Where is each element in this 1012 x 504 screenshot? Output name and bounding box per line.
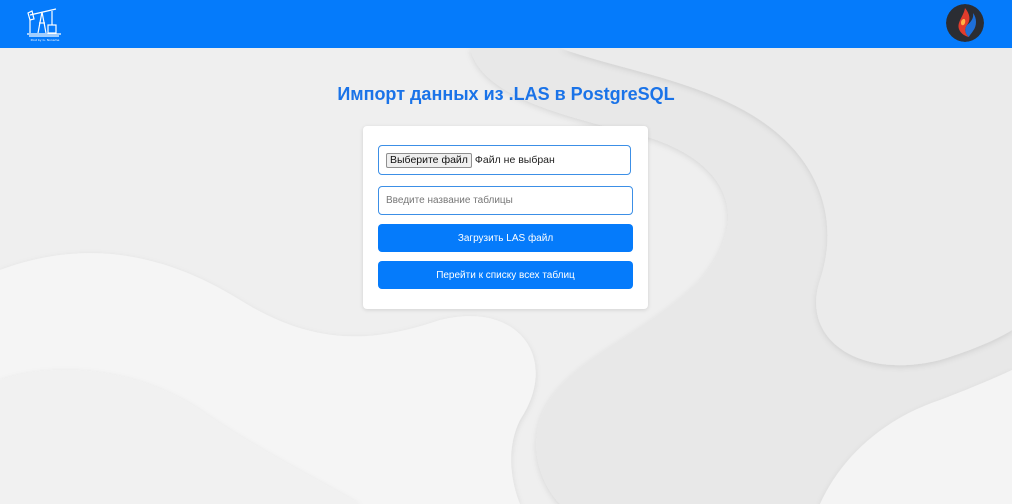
brand-logo-avatar[interactable] <box>946 4 984 42</box>
table-name-input[interactable] <box>378 186 633 215</box>
logo-caption: Post by G. Noname <box>30 38 60 42</box>
upload-las-button[interactable]: Загрузить LAS файл <box>378 224 633 252</box>
app-header: Post by G. Noname <box>0 0 1012 48</box>
tables-list-button[interactable]: Перейти к списку всех таблиц <box>378 261 633 289</box>
file-status-text: Файл не выбран <box>474 154 555 166</box>
choose-file-button[interactable]: Выберите файл <box>386 152 472 168</box>
import-form-card: Выберите файл Файл не выбран Загрузить L… <box>363 126 648 309</box>
page-title: Импорт данных из .LAS в PostgreSQL <box>337 84 675 104</box>
file-input[interactable]: Выберите файл Файл не выбран <box>378 145 631 175</box>
